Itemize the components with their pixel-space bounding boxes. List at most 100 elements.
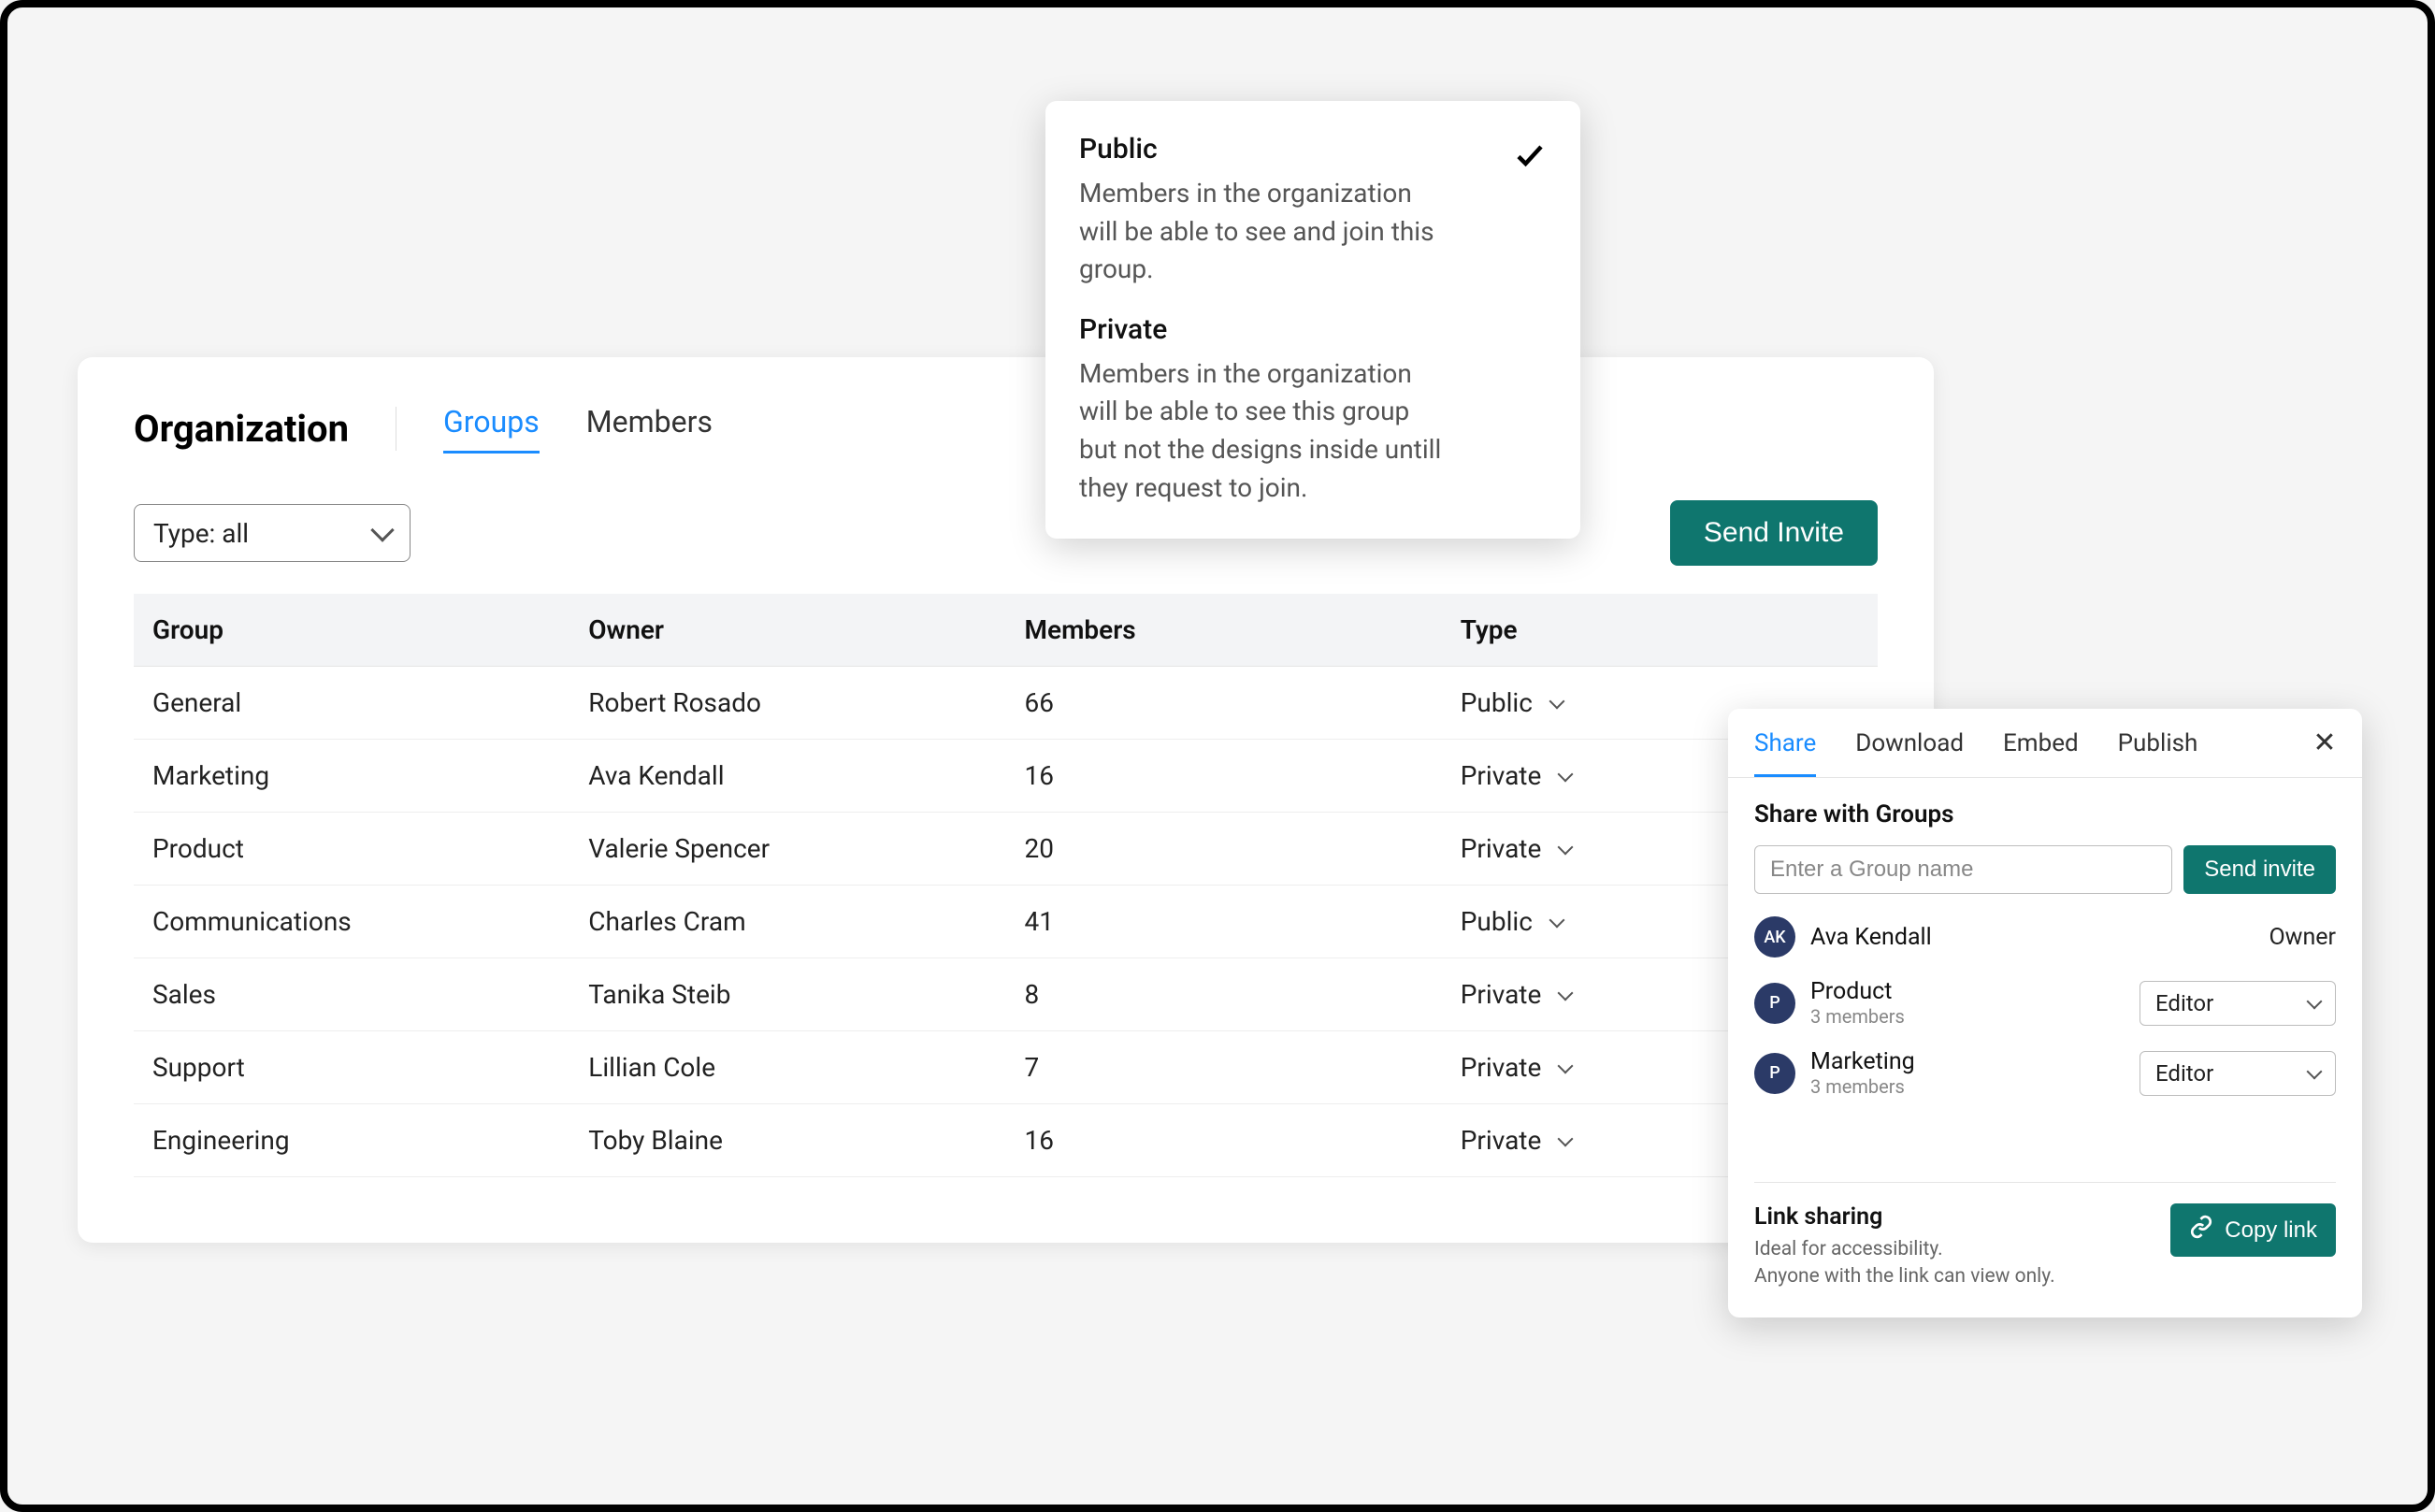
groups-table: Group Owner Members Type GeneralRobert R… <box>134 594 1878 1177</box>
role-select[interactable]: Editor <box>2140 1051 2336 1096</box>
visibility-private-desc: Members in the organization will be able… <box>1079 355 1453 507</box>
share-tab-publish[interactable]: Publish <box>2118 729 2198 777</box>
chevron-down-icon <box>1558 1058 1574 1073</box>
visibility-popover: Public Members in the organization will … <box>1045 101 1580 539</box>
cell-group: Support <box>134 1031 569 1104</box>
cell-owner: Ava Kendall <box>569 740 1005 813</box>
filter-row: Type: all Send Invite <box>134 500 1878 566</box>
chevron-down-icon <box>1558 766 1574 782</box>
visibility-option-private[interactable]: Private Members in the organization will… <box>1079 313 1547 507</box>
org-tabs: Groups Members <box>443 404 713 454</box>
col-header-group: Group <box>134 594 569 667</box>
organization-panel: Organization Groups Members Type: all Se… <box>78 357 1934 1243</box>
link-sharing-desc-2: Anyone with the link can view only. <box>1754 1263 2055 1290</box>
table-row: GeneralRobert Rosado66Public <box>134 667 1878 740</box>
cell-group: Marketing <box>134 740 569 813</box>
type-dropdown[interactable]: Private <box>1461 979 1572 1010</box>
chevron-down-icon <box>370 518 394 541</box>
group-name: Product <box>1810 978 2125 1005</box>
cell-group: Engineering <box>134 1104 569 1177</box>
link-sharing-desc-1: Ideal for accessibility. <box>1754 1236 2055 1263</box>
cell-members: 20 <box>1006 813 1442 886</box>
cell-owner: Charles Cram <box>569 886 1005 958</box>
table-row: ProductValerie Spencer20Private <box>134 813 1878 886</box>
link-sharing-title: Link sharing <box>1754 1203 2055 1231</box>
cell-owner: Tanika Steib <box>569 958 1005 1031</box>
cell-group: Communications <box>134 886 569 958</box>
share-tab-share[interactable]: Share <box>1754 729 1816 777</box>
type-dropdown[interactable]: Private <box>1461 1125 1572 1156</box>
send-invite-button[interactable]: Send Invite <box>1670 500 1878 566</box>
cell-members: 41 <box>1006 886 1442 958</box>
chevron-down-icon <box>1558 1130 1574 1146</box>
invite-row: Send invite <box>1754 845 2336 894</box>
org-header: Organization Groups Members <box>134 404 1878 454</box>
visibility-public-title: Public <box>1079 133 1547 166</box>
cell-members: 7 <box>1006 1031 1442 1104</box>
cell-members: 8 <box>1006 958 1442 1031</box>
tab-members[interactable]: Members <box>586 404 713 454</box>
cell-group: Product <box>134 813 569 886</box>
type-dropdown[interactable]: Private <box>1461 1052 1572 1083</box>
type-value: Private <box>1461 760 1542 791</box>
type-value: Private <box>1461 833 1542 864</box>
share-tab-embed[interactable]: Embed <box>2003 729 2079 777</box>
chevron-down-icon <box>1549 912 1564 928</box>
cell-owner: Toby Blaine <box>569 1104 1005 1177</box>
group-name-input[interactable] <box>1754 845 2172 894</box>
link-icon <box>2189 1215 2213 1246</box>
avatar: P <box>1754 983 1795 1024</box>
chevron-down-icon <box>1549 693 1564 709</box>
type-value: Public <box>1461 906 1533 937</box>
type-value: Private <box>1461 979 1542 1010</box>
group-subtext: 3 members <box>1810 1005 2125 1028</box>
share-tab-download[interactable]: Download <box>1855 729 1964 777</box>
role-select[interactable]: Editor <box>2140 981 2336 1026</box>
visibility-option-public[interactable]: Public Members in the organization will … <box>1079 133 1547 289</box>
type-dropdown[interactable]: Private <box>1461 833 1572 864</box>
share-modal: Share Download Embed Publish ✕ Share wit… <box>1728 709 2362 1318</box>
send-invite-small-button[interactable]: Send invite <box>2183 845 2336 894</box>
type-dropdown[interactable]: Public <box>1461 906 1563 937</box>
share-group-row: P Marketing3 members Editor <box>1754 1048 2336 1098</box>
visibility-private-title: Private <box>1079 313 1547 346</box>
table-row: MarketingAva Kendall16 Private <box>134 740 1878 813</box>
share-tabs: Share Download Embed Publish ✕ <box>1728 709 2362 778</box>
role-value: Editor <box>2155 990 2213 1016</box>
type-filter-label: Type: all <box>153 518 249 549</box>
cell-group: General <box>134 667 569 740</box>
share-group-row: P Product3 members Editor <box>1754 978 2336 1028</box>
check-icon <box>1513 138 1547 172</box>
page-title: Organization <box>134 407 396 451</box>
tab-groups[interactable]: Groups <box>443 404 540 454</box>
chevron-down-icon <box>2307 993 2323 1009</box>
table-row: CommunicationsCharles Cram41 Public <box>134 886 1878 958</box>
copy-link-button[interactable]: Copy link <box>2170 1203 2336 1257</box>
visibility-public-desc: Members in the organization will be able… <box>1079 175 1453 289</box>
close-icon[interactable]: ✕ <box>2310 727 2340 757</box>
cell-group: Sales <box>134 958 569 1031</box>
table-row: SupportLillian Cole7Private <box>134 1031 1878 1104</box>
avatar: P <box>1754 1053 1795 1094</box>
cell-members: 66 <box>1006 667 1442 740</box>
owner-row: AK Ava Kendall Owner <box>1754 916 2336 958</box>
col-header-type: Type <box>1442 594 1878 667</box>
type-value: Private <box>1461 1125 1542 1156</box>
copy-link-label: Copy link <box>2225 1217 2317 1244</box>
col-header-owner: Owner <box>569 594 1005 667</box>
group-subtext: 3 members <box>1810 1075 2125 1098</box>
type-dropdown[interactable]: Private <box>1461 760 1572 791</box>
divider <box>1754 1182 2336 1183</box>
table-row: SalesTanika Steib8 Private <box>134 958 1878 1031</box>
type-filter-select[interactable]: Type: all <box>134 504 411 562</box>
owner-name: Ava Kendall <box>1810 924 2254 951</box>
cell-members: 16 <box>1006 740 1442 813</box>
owner-role: Owner <box>2269 924 2336 951</box>
type-value: Public <box>1461 687 1533 718</box>
table-row: EngineeringToby Blaine16Private <box>134 1104 1878 1177</box>
type-dropdown[interactable]: Public <box>1461 687 1563 718</box>
group-name: Marketing <box>1810 1048 2125 1075</box>
chevron-down-icon <box>1558 985 1574 1001</box>
share-heading: Share with Groups <box>1754 800 2336 828</box>
chevron-down-icon <box>2307 1063 2323 1079</box>
